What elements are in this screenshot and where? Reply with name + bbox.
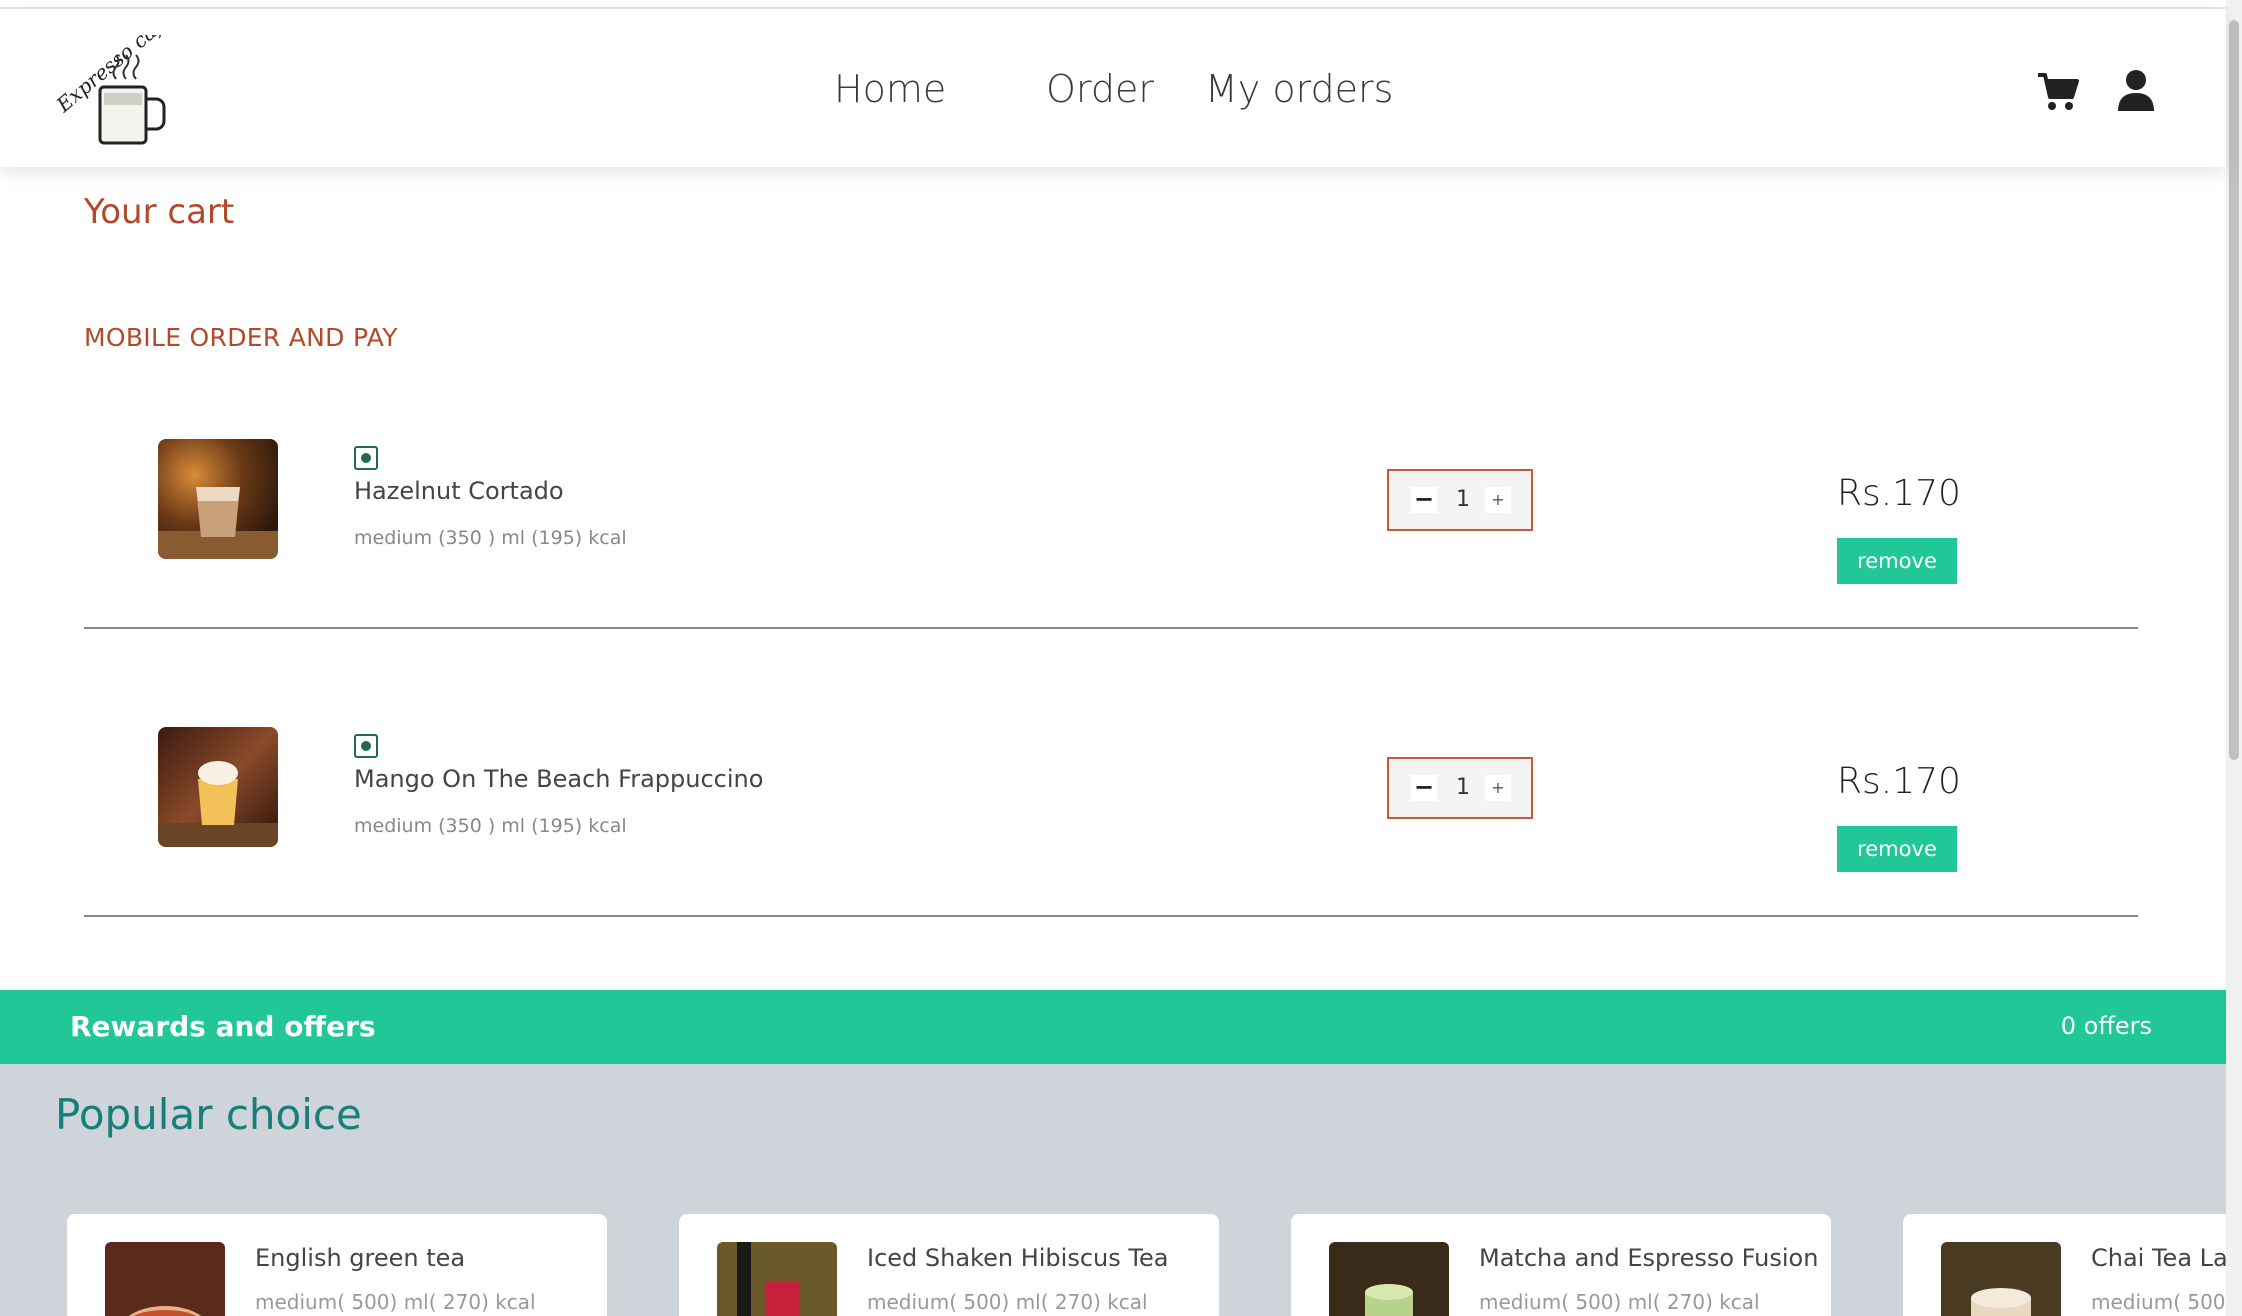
user-icon[interactable] — [2118, 69, 2154, 113]
page-scrollbar[interactable] — [2226, 0, 2242, 1316]
scrollbar-thumb[interactable] — [2229, 20, 2239, 760]
offers-count: 0 offers — [2060, 1012, 2152, 1040]
rewards-bar[interactable]: Rewards and offers 0 offers — [0, 990, 2226, 1064]
quantity-stepper: − 1 + — [1387, 469, 1533, 531]
cart-item-row: Hazelnut Cortado medium (350 ) ml (195) … — [84, 343, 2138, 629]
product-image-mango-frappuccino — [158, 727, 278, 847]
cart-icon[interactable] — [2036, 69, 2080, 113]
popular-card[interactable]: Matcha and Espresso Fusion medium( 500) … — [1291, 1214, 1831, 1316]
decrement-button[interactable]: − — [1411, 775, 1437, 801]
decrement-button[interactable]: − — [1411, 487, 1437, 513]
popular-card[interactable]: English green tea medium( 500) ml( 270) … — [67, 1214, 607, 1316]
popular-item-meta: medium( 500) ml( 270) kcal — [867, 1290, 1148, 1314]
nav-my-orders[interactable]: My orders — [1205, 67, 1393, 111]
item-meta: medium (350 ) ml (195) kcal — [354, 527, 627, 549]
popular-card[interactable]: Iced Shaken Hibiscus Tea medium( 500) ml… — [679, 1214, 1219, 1316]
veg-indicator-icon — [354, 446, 378, 470]
cart-title: Your cart — [84, 192, 235, 232]
site-header: Expresso cafe Home Order My orders — [0, 9, 2226, 167]
item-name: Mango On The Beach Frappuccino — [354, 765, 764, 793]
popular-card[interactable]: Chai Tea La medium( 500 — [1903, 1214, 2226, 1316]
popular-product-image — [1941, 1242, 2061, 1316]
rewards-title: Rewards and offers — [70, 1010, 376, 1043]
quantity-stepper: − 1 + — [1387, 757, 1533, 819]
popular-item-meta: medium( 500) ml( 270) kcal — [1479, 1290, 1760, 1314]
popular-product-image — [717, 1242, 837, 1316]
product-image-hazelnut-cortado — [158, 439, 278, 559]
nav-order[interactable]: Order — [1046, 67, 1154, 111]
cart-item-row: Mango On The Beach Frappuccino medium (3… — [84, 631, 2138, 917]
popular-title: Popular choice — [55, 1090, 362, 1139]
item-meta: medium (350 ) ml (195) kcal — [354, 815, 627, 837]
item-price: Rs.170 — [1837, 761, 1961, 802]
increment-button[interactable]: + — [1485, 775, 1511, 801]
item-price: Rs.170 — [1837, 473, 1961, 514]
popular-item-name: English green tea — [255, 1244, 466, 1272]
popular-section: Popular choice English green tea medium(… — [0, 1064, 2226, 1316]
increment-button[interactable]: + — [1485, 487, 1511, 513]
veg-indicator-icon — [354, 734, 378, 758]
quantity-value: 1 — [1456, 775, 1470, 800]
quantity-value: 1 — [1456, 487, 1470, 512]
item-name: Hazelnut Cortado — [354, 477, 564, 505]
popular-item-meta: medium( 500) ml( 270) kcal — [255, 1290, 536, 1314]
popular-item-name: Chai Tea La — [2091, 1244, 2226, 1272]
cafe-logo[interactable]: Expresso cafe — [56, 35, 186, 155]
popular-product-image — [1329, 1242, 1449, 1316]
popular-item-name: Matcha and Espresso Fusion — [1479, 1244, 1819, 1272]
remove-button[interactable]: remove — [1837, 826, 1957, 872]
popular-product-image — [105, 1242, 225, 1316]
popular-item-name: Iced Shaken Hibiscus Tea — [867, 1244, 1169, 1272]
remove-button[interactable]: remove — [1837, 538, 1957, 584]
nav-home[interactable]: Home — [834, 67, 946, 111]
popular-item-meta: medium( 500 — [2091, 1290, 2226, 1314]
